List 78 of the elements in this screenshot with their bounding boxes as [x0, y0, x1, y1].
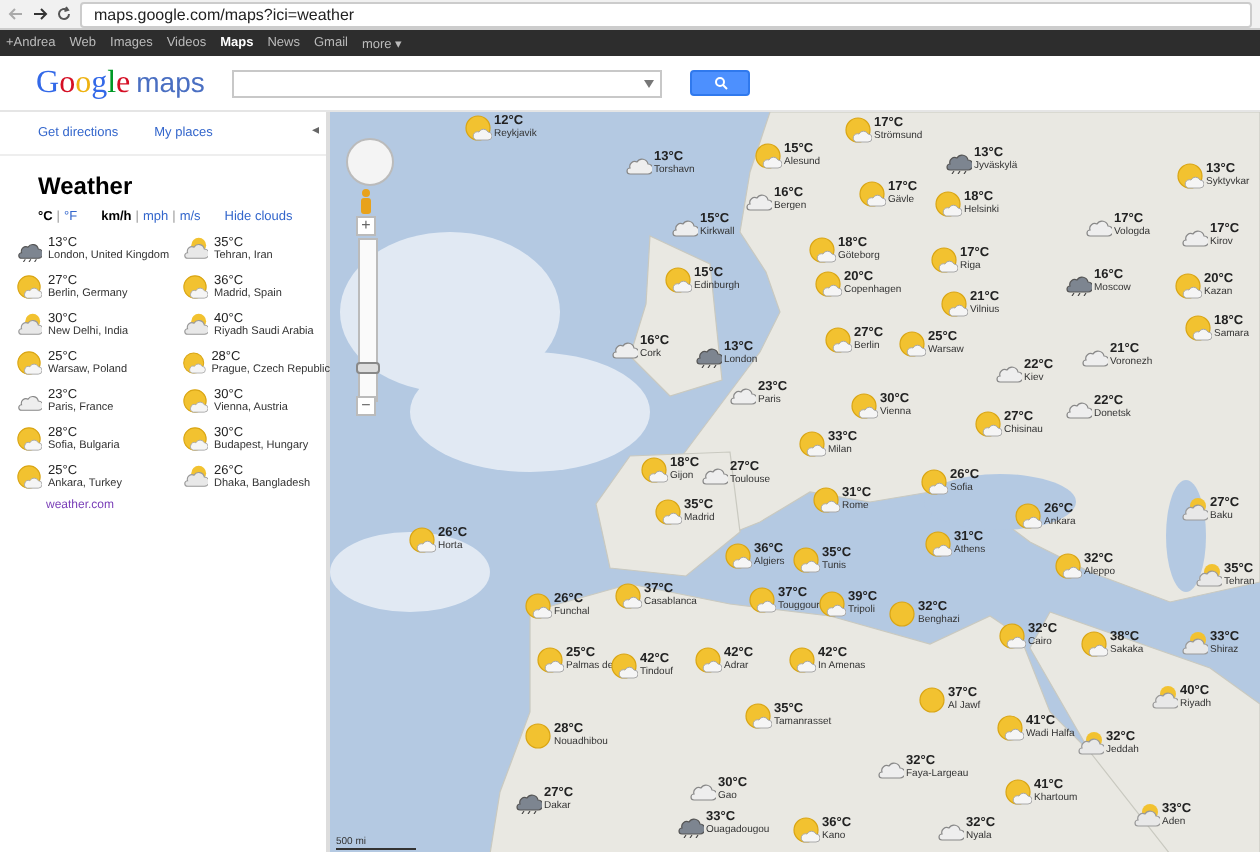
- sun-cloud-icon: [1174, 272, 1202, 300]
- haze-icon: [1150, 684, 1178, 712]
- sun-cloud-icon: [1004, 778, 1032, 806]
- sun-cloud-icon: [182, 350, 206, 376]
- sun-cloud-icon: [788, 646, 816, 674]
- haze-icon: [16, 312, 42, 338]
- sun-cloud-icon: [182, 388, 208, 414]
- panel-title: Weather: [38, 172, 135, 200]
- sun-cloud-icon: [930, 246, 958, 274]
- sun-cloud-icon: [408, 526, 436, 554]
- sun-cloud-icon: [664, 266, 692, 294]
- sun-cloud-icon: [1054, 552, 1082, 580]
- sun-cloud-icon: [16, 350, 42, 376]
- sun-cloud-icon: [182, 426, 208, 452]
- sun-cloud-icon: [610, 652, 638, 680]
- sun-cloud-icon: [744, 702, 772, 730]
- sun-cloud-icon: [464, 114, 492, 142]
- sun-cloud-icon: [694, 646, 722, 674]
- zoom-out-button[interactable]: −: [356, 396, 376, 416]
- sun-cloud-icon: [754, 142, 782, 170]
- sun-cloud-icon: [996, 714, 1024, 742]
- sun-cloud-icon: [934, 190, 962, 218]
- sun-cloud-icon: [16, 274, 42, 300]
- sun-cloud-icon: [824, 326, 852, 354]
- sun-cloud-icon: [974, 410, 1002, 438]
- sun-cloud-icon: [640, 456, 668, 484]
- zoom-slider[interactable]: [358, 238, 378, 402]
- sun-cloud-icon: [850, 392, 878, 420]
- search-button[interactable]: [690, 70, 751, 96]
- sun-cloud-icon: [1014, 502, 1042, 530]
- zoom-thumb[interactable]: [356, 361, 380, 374]
- sun-cloud-icon: [16, 464, 42, 490]
- sun-cloud-icon: [182, 274, 208, 300]
- zoom-in-button[interactable]: +: [356, 216, 376, 236]
- search-icon: [713, 76, 728, 90]
- sun-cloud-icon: [724, 542, 752, 570]
- haze-icon: [1180, 496, 1208, 524]
- sun-cloud-icon: [898, 330, 926, 358]
- haze-icon: [1132, 802, 1160, 830]
- sun-cloud-icon: [748, 586, 776, 614]
- sun-cloud-icon: [792, 816, 820, 844]
- sun-cloud-icon: [524, 592, 552, 620]
- logo[interactable]: Google maps: [36, 65, 205, 101]
- sun-icon: [524, 722, 552, 750]
- sun-cloud-icon: [798, 430, 826, 458]
- haze-icon: [1180, 630, 1208, 658]
- haze-icon: [182, 236, 208, 262]
- forward-arrow-icon[interactable]: [32, 6, 48, 22]
- sun-cloud-icon: [858, 180, 886, 208]
- search-field[interactable]: [232, 69, 663, 97]
- back-arrow-icon[interactable]: [8, 6, 24, 22]
- sun-cloud-icon: [920, 468, 948, 496]
- sun-cloud-icon: [792, 546, 820, 574]
- sun-cloud-icon: [1184, 314, 1212, 342]
- pan-control[interactable]: [346, 138, 394, 186]
- sun-cloud-icon: [812, 486, 840, 514]
- sun-cloud-icon: [1080, 630, 1108, 658]
- haze-icon: [182, 464, 208, 490]
- haze-icon: [182, 312, 208, 338]
- haze-icon: [1076, 730, 1104, 758]
- address-field[interactable]: maps.google.com/maps?ici=weather: [80, 1, 1252, 27]
- sun-cloud-icon: [1176, 162, 1204, 190]
- sun-cloud-icon: [808, 236, 836, 264]
- sun-cloud-icon: [844, 116, 872, 144]
- sun-cloud-icon: [818, 590, 846, 618]
- sun-cloud-icon: [536, 646, 564, 674]
- sun-icon: [888, 600, 916, 628]
- sun-cloud-icon: [614, 582, 642, 610]
- sun-cloud-icon: [814, 270, 842, 298]
- sun-icon: [918, 686, 946, 714]
- dropdown-caret-icon[interactable]: [644, 79, 655, 87]
- sun-cloud-icon: [940, 290, 968, 318]
- sun-cloud-icon: [654, 498, 682, 526]
- haze-icon: [1194, 562, 1222, 590]
- reload-icon[interactable]: [56, 6, 72, 22]
- sun-cloud-icon: [998, 622, 1026, 650]
- sun-cloud-icon: [924, 530, 952, 558]
- sun-cloud-icon: [16, 426, 42, 452]
